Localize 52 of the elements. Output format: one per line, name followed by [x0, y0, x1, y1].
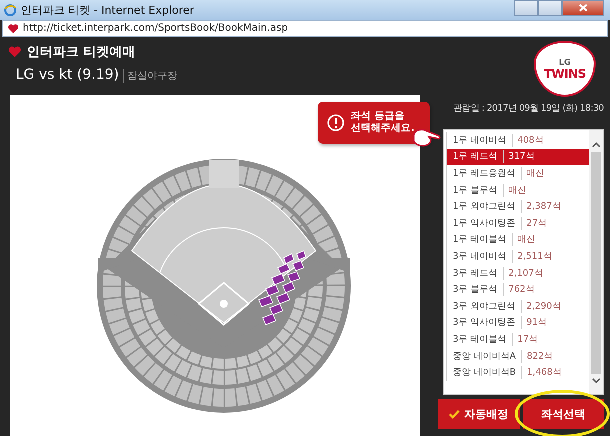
seat-count: 2,387석 — [526, 201, 562, 214]
seat-grade-name: 1루 블루석 — [453, 184, 504, 197]
close-button[interactable] — [562, 0, 604, 16]
seat-count: 1,468석 — [527, 367, 562, 380]
seat-grade-name: 3루 블루석 — [453, 283, 504, 296]
seat-grade-name: 3루 네이비석 — [453, 250, 513, 263]
seat-grade-name: 1루 레드석 — [453, 150, 504, 164]
seat-count: 매진 — [518, 234, 536, 246]
match-title: LG vs kt (9.19) — [16, 67, 120, 83]
seat-count: 762석 — [508, 284, 535, 296]
scroll-up-icon[interactable] — [592, 142, 600, 148]
seat-grade-name: 1루 테이블석 — [453, 233, 513, 246]
maximize-button[interactable] — [538, 0, 562, 16]
seat-grade-name: 3루 익사이팅존 — [453, 316, 522, 330]
seat-count: 91석 — [526, 317, 548, 330]
seat-grade-item[interactable]: 1루 레드석 317석 — [446, 148, 589, 166]
seat-count: 317석 — [508, 151, 535, 164]
seat-grade-name: 1루 외야그린석 — [453, 200, 522, 214]
venue-label: 잠실야구장 — [123, 69, 178, 83]
minimize-button[interactable] — [514, 0, 538, 16]
window-title: 인터파크 티켓 - Internet Explorer — [21, 2, 194, 18]
seat-count: 2,107석 — [508, 268, 544, 280]
brand-title: 인터파크 티켓예매 — [27, 44, 136, 61]
seat-count: 매진 — [508, 184, 527, 197]
seat-count: 17석 — [518, 334, 538, 346]
seat-grade-name: 1루 레드응원석 — [453, 166, 522, 180]
seat-grade-name: 중앙 네이비석B — [453, 366, 522, 380]
seat-select-button[interactable]: 좌석선택 — [522, 399, 604, 429]
seat-count: 매진 — [526, 168, 545, 180]
tooltip-text: 좌석 등급을 선택해주세요. — [351, 110, 415, 136]
close-icon — [578, 4, 588, 12]
seat-count: 2,290석 — [526, 300, 562, 313]
seat-grade-name: 1루 익사이팅존 — [453, 216, 522, 230]
seat-grade-name: 3루 외야그린석 — [453, 300, 522, 313]
scroll-down-icon[interactable] — [592, 378, 600, 384]
browser-icon — [4, 4, 17, 16]
seat-grade-name: 중앙 네이비석A — [453, 350, 522, 363]
team-logo: LG TWINS — [534, 41, 596, 97]
seat-grade-name: 3루 레드석 — [453, 266, 504, 280]
seat-count: 2,511석 — [518, 250, 552, 263]
warning-icon — [327, 114, 345, 132]
seat-count: 27석 — [526, 218, 548, 230]
seat-grade-name: 1루 네이비석 — [453, 134, 513, 147]
heart-icon — [8, 24, 19, 34]
auto-assign-button[interactable]: 자동배정 — [438, 399, 520, 429]
seat-count: 822석 — [527, 350, 554, 363]
viewing-date: 관람일 : 2017년 09월 19일 (화) 18:30 — [454, 103, 604, 115]
heart-icon — [8, 46, 22, 58]
scrollbar[interactable] — [589, 130, 603, 394]
seat-grade-name: 3루 테이블석 — [453, 332, 513, 346]
seat-count: 408석 — [518, 134, 544, 147]
check-icon — [449, 410, 460, 418]
